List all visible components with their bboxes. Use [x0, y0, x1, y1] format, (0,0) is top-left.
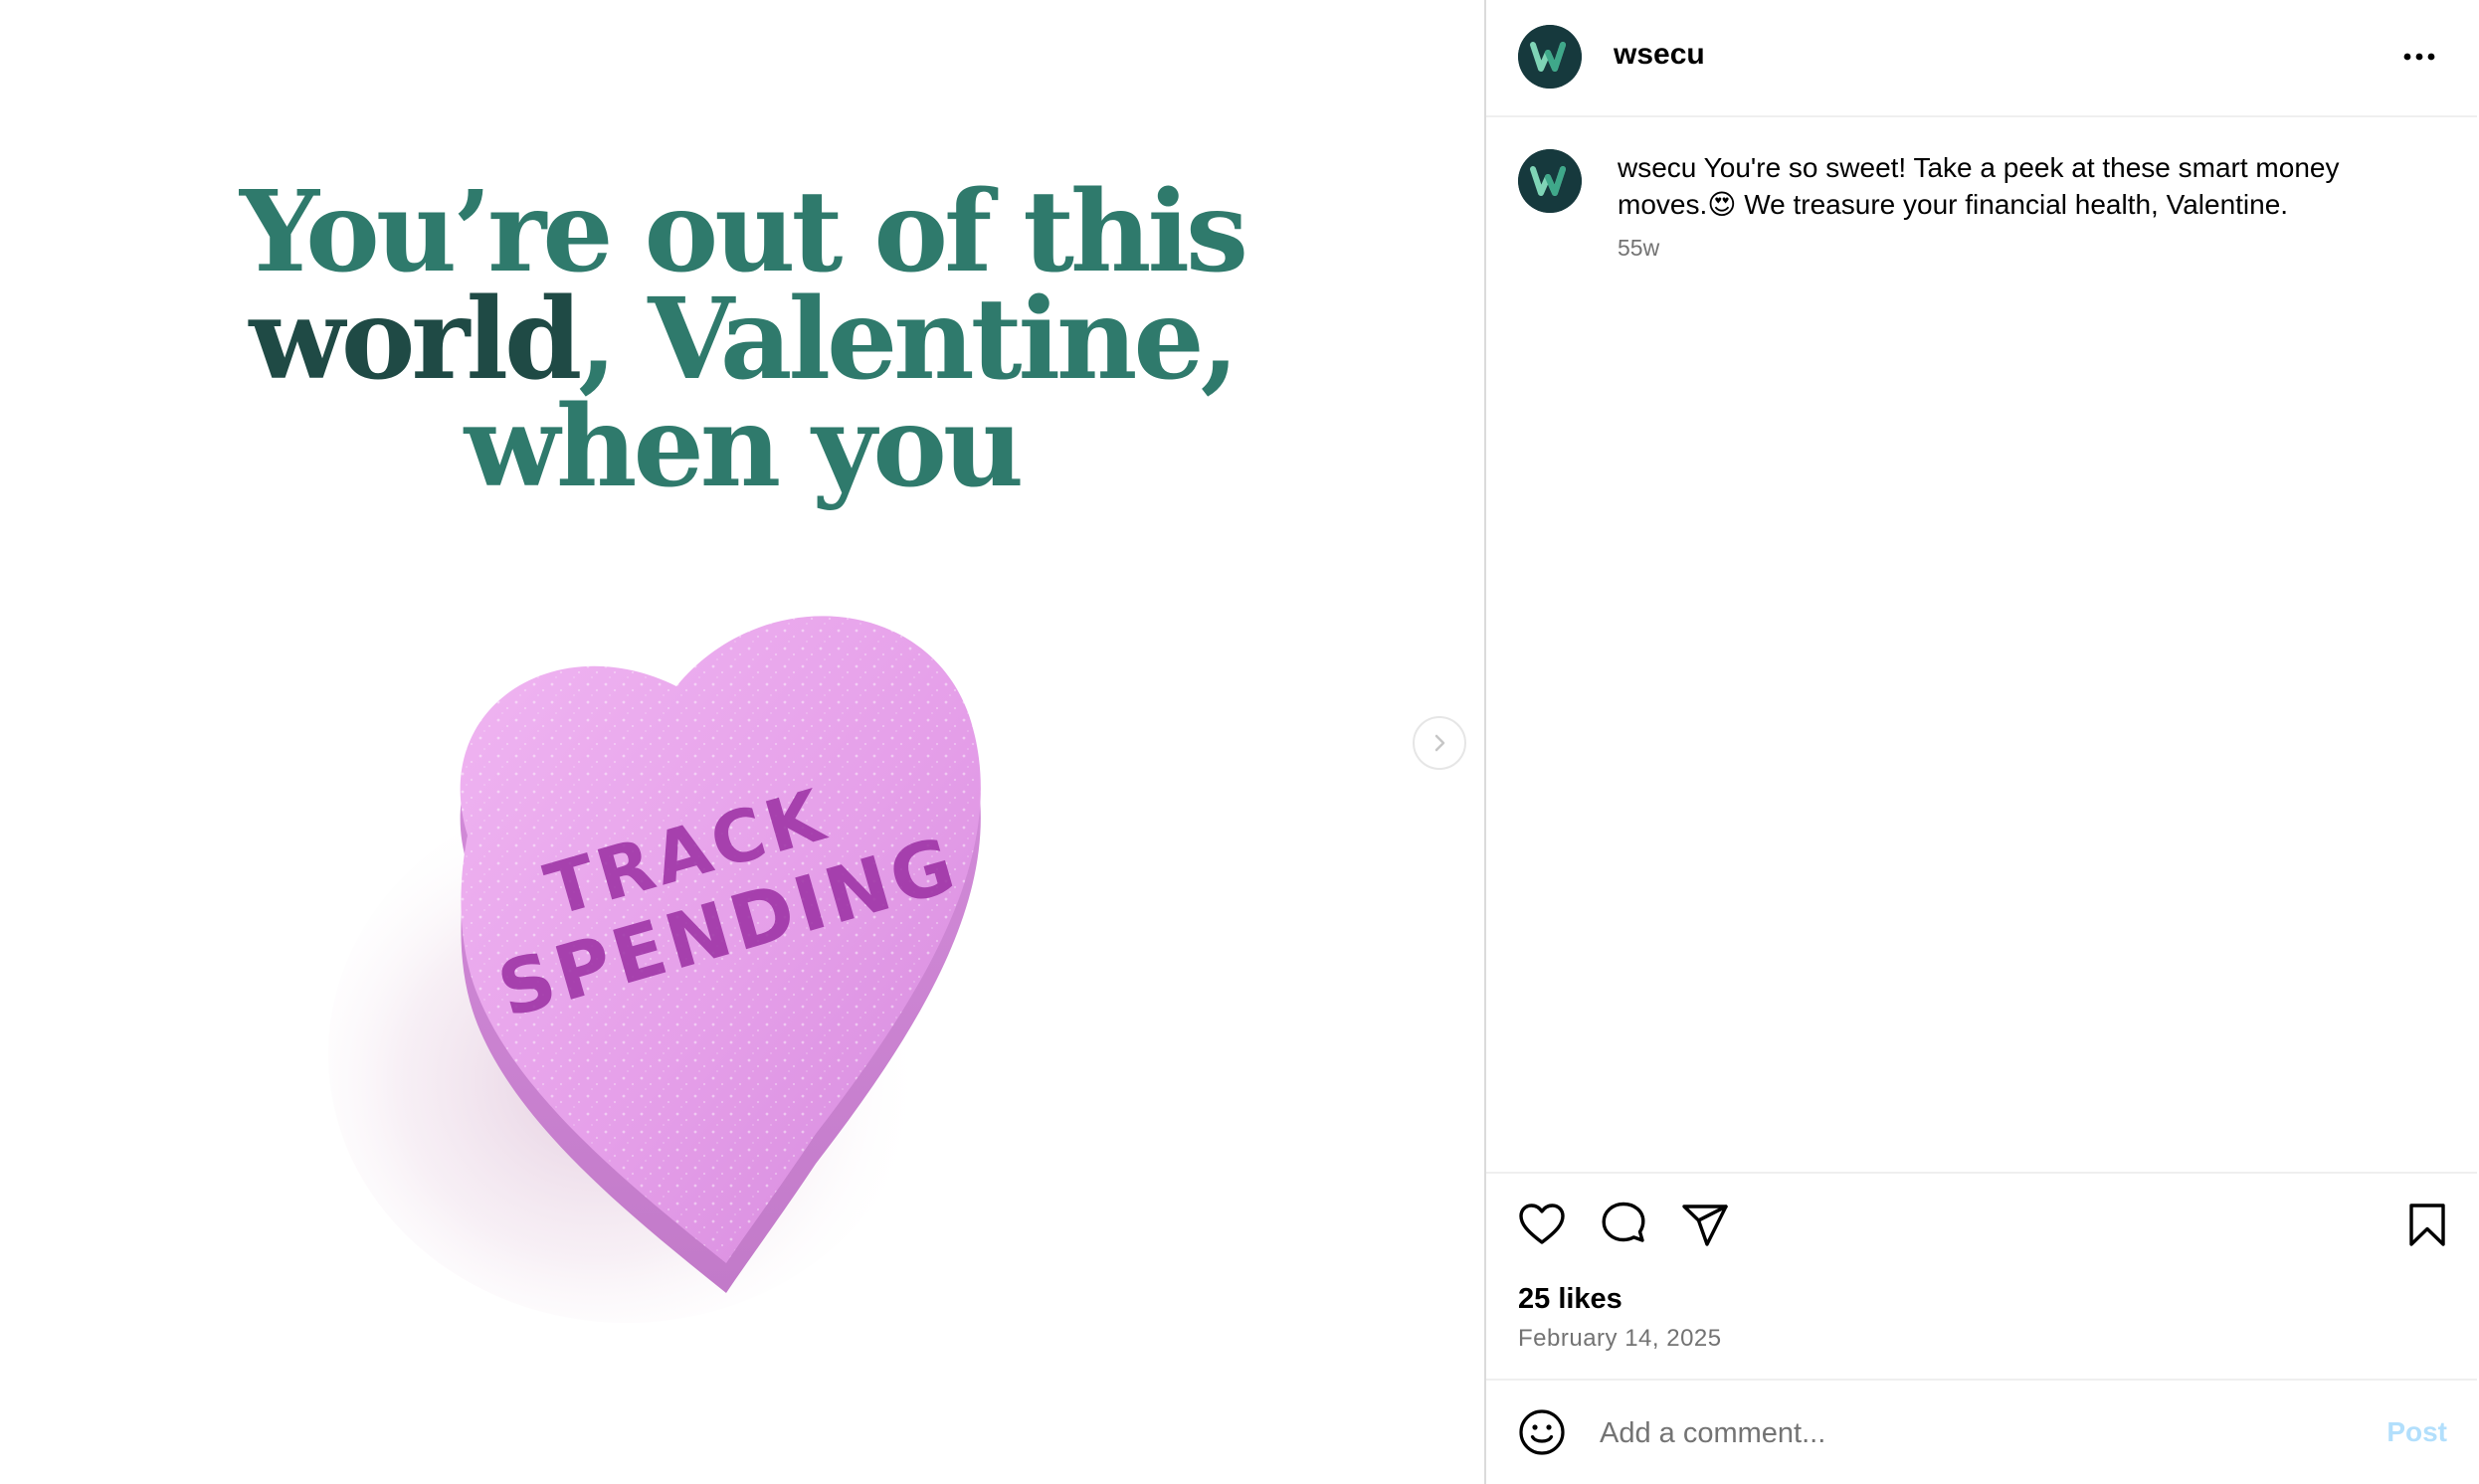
share-button[interactable]: [1679, 1200, 1731, 1251]
wsecu-logo-icon: [1518, 149, 1582, 213]
caption-avatar[interactable]: [1518, 149, 1582, 213]
caption-emoji: 😍: [1707, 189, 1737, 220]
post-side-panel: wsecu wsecu You're so sweet! Take a peek…: [1484, 0, 2479, 1484]
headline-line-3: when you: [464, 382, 1025, 512]
headline-line-1: You’re out of this: [239, 167, 1248, 297]
post-media: You’re out of this world, Valentine, whe…: [0, 0, 1484, 1484]
candy-heart-image: TRACK SPENDING: [298, 537, 1154, 1353]
candy-heart-graphic: TRACK SPENDING: [328, 616, 981, 1323]
header-username[interactable]: wsecu: [1614, 38, 1705, 72]
post-caption: wsecu You're so sweet! Take a peek at th…: [1618, 149, 2433, 223]
smiley-face-icon: [1519, 1409, 1565, 1455]
chevron-right-icon: [1434, 734, 1445, 752]
bookmark-icon: [2409, 1204, 2445, 1246]
comment-button[interactable]: [1598, 1200, 1649, 1251]
like-button[interactable]: [1516, 1200, 1568, 1251]
wsecu-logo-icon: [1518, 25, 1582, 89]
post-date[interactable]: February 14, 2025: [1518, 1325, 1722, 1353]
heart-icon: [1519, 1204, 1565, 1244]
comment-bubble-icon: [1602, 1202, 1645, 1242]
caption-username[interactable]: wsecu: [1618, 152, 1696, 183]
more-options-button[interactable]: [2399, 42, 2439, 72]
media-headline: You’re out of this world, Valentine, whe…: [0, 167, 1484, 512]
actions-divider: [1486, 1172, 2477, 1174]
avatar[interactable]: [1518, 25, 1582, 89]
instagram-post: You’re out of this world, Valentine, whe…: [0, 0, 2479, 1484]
comment-divider: [1486, 1379, 2477, 1381]
caption-timestamp[interactable]: 55w: [1618, 235, 1659, 262]
post-header: wsecu: [1486, 0, 2477, 117]
post-comment-button[interactable]: Post: [2386, 1416, 2447, 1448]
next-slide-button[interactable]: [1413, 716, 1466, 770]
comment-input[interactable]: [1598, 1410, 2318, 1456]
likes-count[interactable]: 25 likes: [1518, 1283, 1622, 1316]
caption-text-part-2: We treasure your financial health, Valen…: [1736, 189, 2289, 220]
emoji-picker-button[interactable]: [1516, 1406, 1568, 1458]
save-button[interactable]: [2401, 1200, 2453, 1251]
ellipsis-icon: [2403, 53, 2435, 61]
headline-line-2: world, Valentine,: [0, 284, 1484, 396]
paper-plane-icon: [1682, 1205, 1728, 1246]
